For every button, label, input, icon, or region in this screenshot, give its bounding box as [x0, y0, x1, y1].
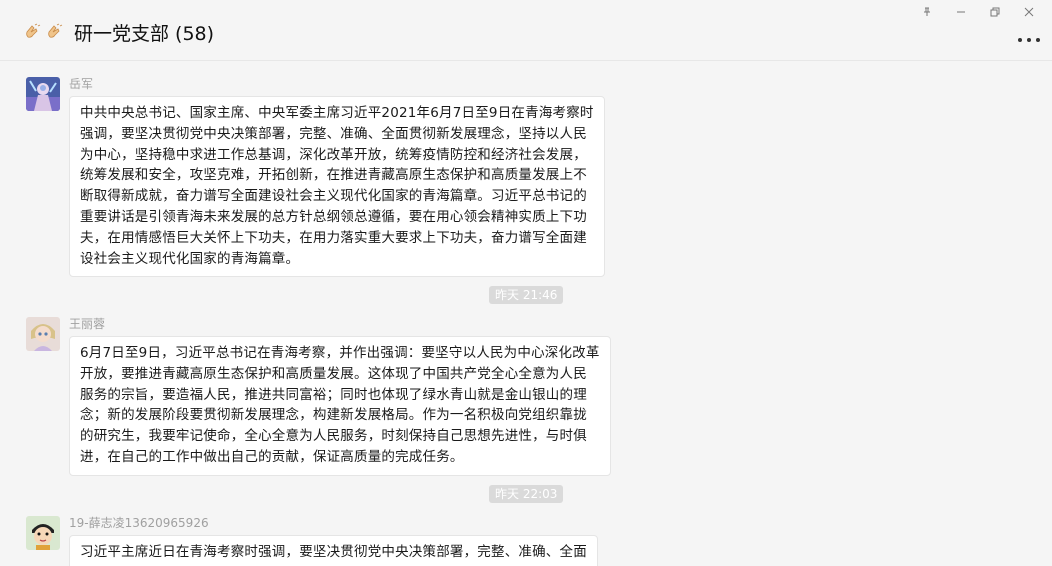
sender-name[interactable]: 王丽蓉 — [69, 315, 105, 332]
avatar[interactable] — [26, 77, 60, 111]
message-text-line: 开放，要推进青藏高原生态保护和高质量发展。这体现了中国共产党全心全意为人民 — [80, 365, 587, 382]
message-text-line: 断取得新成就，奋力谱写全面建设社会主义现代化国家的青海篇章。习近平总书记的 — [80, 188, 587, 205]
more-options-icon[interactable] — [1018, 30, 1040, 50]
avatar[interactable] — [26, 516, 60, 550]
minimize-icon[interactable] — [944, 2, 978, 22]
message-text-line: 6月7日至9日，习近平总书记在青海考察，并作出强调：要坚守以人民为中心深化改革 — [80, 345, 600, 361]
window-controls — [910, 2, 1046, 22]
message-text-line: 设社会主义现代化国家的青海篇章。 — [80, 250, 300, 267]
chat-title: 研一党支部 (58) — [74, 22, 215, 45]
restore-icon[interactable] — [978, 2, 1012, 22]
chat-title-area[interactable]: 研一党支部 (58) — [24, 18, 214, 46]
message-text-line: 念；新的发展阶段要贯彻新发展理念，构建新发展格局。作为一名积极向党组织靠拢 — [80, 407, 587, 424]
timestamp: 昨天 22:03 — [489, 485, 564, 503]
message-text-line: 重要讲话是引领青海未来发展的总方针总纲领总遵循，要在用心领会精神实质上下功 — [80, 208, 587, 225]
sender-name[interactable]: 岳军 — [69, 75, 93, 92]
message-text-line: 夫，在用情感悟巨大关怀上下功夫，在用力落实重大要求上下功夫，奋力谱写全面建 — [80, 229, 587, 246]
message-text-line: 的研究生，我要牢记使命，全心全意为人民服务，时刻保持自己思想先进性，与时俱 — [80, 428, 587, 445]
message-bubble[interactable]: 中共中央总书记、国家主席、中央军委主席习近平2021年6月7日至9日在青海考察时… — [69, 96, 605, 278]
message-text-line: 统筹发展和安全，攻坚克难，开拓创新，在推进青藏高原生态保护和高质量发展上不 — [80, 167, 587, 184]
timestamp: 昨天 21:46 — [489, 286, 564, 304]
clapping-hands-icon — [46, 23, 64, 41]
message-text-line: 习近平主席近日在青海考察时强调，要坚决贯彻党中央决策部署，完整、准确、全面 — [80, 544, 587, 560]
message-text-line: 强调，要坚决贯彻党中央决策部署，完整、准确、全面贯彻新发展理念，坚持以人民 — [80, 125, 587, 142]
clapping-hands-icon — [24, 23, 42, 41]
close-icon[interactable] — [1012, 2, 1046, 22]
message-bubble[interactable]: 6月7日至9日，习近平总书记在青海考察，并作出强调：要坚守以人民为中心深化改革 … — [69, 336, 611, 476]
message-text-line: 中共中央总书记、国家主席、中央军委主席习近平2021年6月7日至9日在青海考察时 — [80, 105, 594, 121]
message-bubble[interactable]: 习近平主席近日在青海考察时强调，要坚决贯彻党中央决策部署，完整、准确、全面 — [69, 535, 598, 566]
message-text-line: 进，在自己的工作中做出自己的贡献，保证高质量的完成任务。 — [80, 448, 464, 465]
message-list[interactable]: 岳军 中共中央总书记、国家主席、中央军委主席习近平2021年6月7日至9日在青海… — [0, 61, 1040, 566]
sender-name[interactable]: 19-薛志凌13620965926 — [69, 514, 209, 531]
chat-header: 研一党支部 (58) — [0, 0, 1052, 61]
message-text-line: 服务的宗旨，要造福人民，推进共同富裕；同时也体现了绿水青山就是金山银山的理 — [80, 386, 587, 403]
pin-icon[interactable] — [910, 2, 944, 22]
message-text-line: 为中心，坚持稳中求进工作总基调，深化改革开放，统筹疫情防控和经济社会发展， — [80, 146, 587, 163]
avatar[interactable] — [26, 317, 60, 351]
